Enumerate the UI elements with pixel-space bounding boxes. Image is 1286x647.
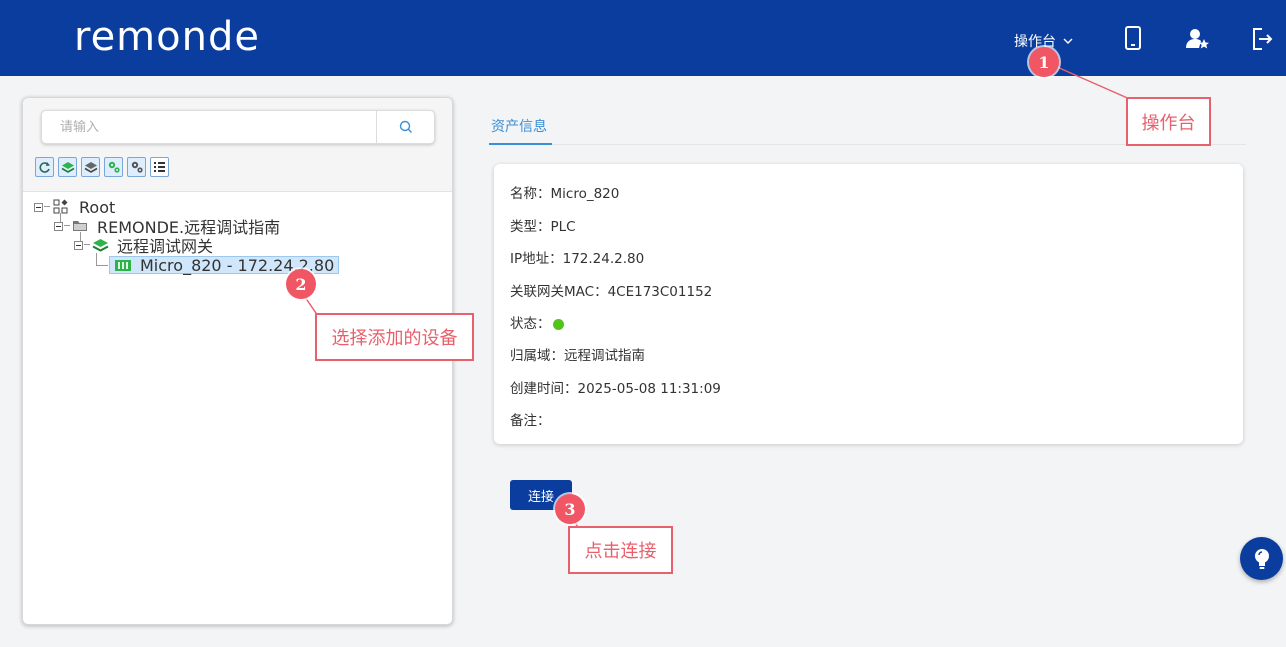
search-icon [399, 120, 412, 133]
status-online-dot [552, 318, 564, 330]
annotation-callout-2: 选择添加的设备 [315, 313, 474, 361]
device-tree-panel: Root REMONDE.远程调试指南 远程调试网关 Micro_820 - 1… [22, 97, 453, 625]
info-ip: IP地址：172.24.2.80 [510, 251, 645, 267]
gateway-layer-icon [92, 238, 109, 252]
chevron-down-icon [1063, 38, 1073, 44]
tree-node-label: 远程调试网关 [117, 237, 214, 256]
search-button[interactable] [376, 111, 434, 143]
help-fab[interactable] [1240, 537, 1283, 580]
layer-green-icon[interactable] [58, 157, 77, 177]
tab-active-indicator [489, 143, 552, 145]
annotation-badge-1: 1 [1029, 47, 1059, 77]
asset-info-card: 名称：Micro_820 类型：PLC IP地址：172.24.2.80 关联网… [494, 164, 1243, 444]
annotation-callout-3: 点击连接 [568, 526, 673, 574]
user-star-icon[interactable] [1185, 26, 1211, 52]
layer-gray-icon[interactable] [81, 157, 100, 177]
logout-icon[interactable] [1250, 26, 1276, 52]
annotation-badge-2: 2 [286, 269, 316, 299]
collapse-icon[interactable] [54, 221, 63, 231]
tree-toolbar-area [23, 98, 452, 192]
info-status-label: 状态： [510, 316, 551, 332]
search-box [41, 110, 435, 144]
info-note: 备注： [510, 413, 551, 429]
search-input[interactable] [42, 111, 376, 143]
collapse-icon[interactable] [74, 240, 83, 250]
info-mac: 关联网关MAC：4CE173C01152 [510, 284, 713, 300]
lightbulb-icon [1254, 548, 1269, 569]
info-name: 名称：Micro_820 [510, 186, 620, 202]
root-grid-icon [53, 199, 68, 214]
tree-node-gateway[interactable]: 远程调试网关 [74, 236, 214, 256]
annotation-badge-3: 3 [555, 494, 585, 524]
brand-logo: remonde [74, 14, 260, 60]
info-created: 创建时间：2025-05-08 11:31:09 [510, 381, 721, 397]
collapse-icon[interactable] [34, 202, 43, 212]
info-domain: 归属域：远程调试指南 [510, 348, 645, 364]
annotation-callout-1: 操作台 [1126, 97, 1211, 146]
gear-green-icon[interactable] [104, 157, 123, 177]
tab-asset-info[interactable]: 资产信息 [491, 116, 547, 136]
plc-device-icon [115, 259, 131, 271]
list-icon[interactable] [150, 157, 169, 177]
tree-toolbar [35, 157, 169, 177]
info-status: 状态： [510, 312, 564, 332]
gear-gray-icon[interactable] [127, 157, 146, 177]
folder-icon [73, 221, 87, 231]
top-header: remonde 操作台 [0, 0, 1286, 76]
info-type: 类型：PLC [510, 219, 576, 235]
refresh-icon[interactable] [35, 157, 54, 177]
mobile-icon[interactable] [1121, 26, 1147, 52]
